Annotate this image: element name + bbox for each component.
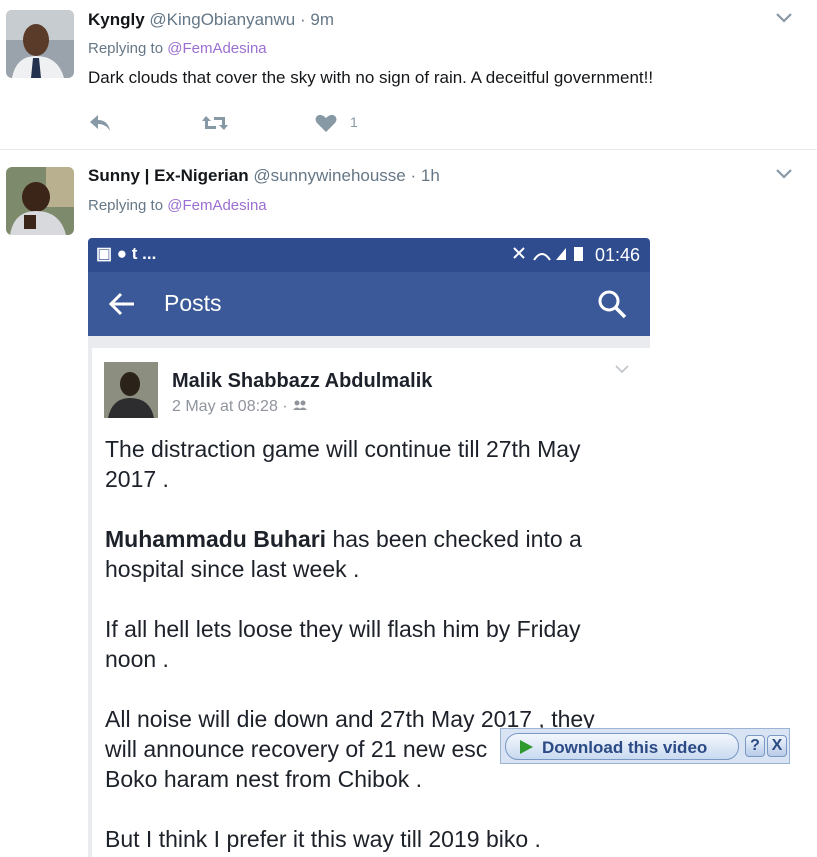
like-count: 1 [350,114,358,130]
status-notifications: ▣ ● t ... [96,244,157,263]
tweet-header: Sunny | Ex-Nigerian @sunnywinehousse · 1… [88,166,440,186]
post-avatar [104,362,158,418]
chevron-down-icon[interactable] [775,168,793,180]
replying-to-link[interactable]: @FemAdesina [167,197,266,214]
back-arrow-icon[interactable] [108,290,138,318]
display-name[interactable]: Kyngly [88,10,145,29]
timestamp[interactable]: 9m [310,10,334,29]
download-video-toolbar: Download this video ? X [500,728,790,764]
download-video-button[interactable]: Download this video [505,733,739,760]
facebook-post: Malik Shabbazz Abdulmalik 2 May at 08:28… [92,348,650,857]
heart-icon [315,114,337,132]
play-icon [520,740,533,754]
avatar[interactable] [6,10,74,78]
tweet[interactable]: Kyngly @KingObianyanwu · 9m Replying to … [0,0,817,150]
tweet-header: Kyngly @KingObianyanwu · 9m [88,10,334,30]
post-date: 2 May at 08:28 · [172,398,288,415]
download-label: Download this video [542,738,708,757]
post-meta: 2 May at 08:28 · [172,398,308,416]
tweet-text: Dark clouds that cover the sky with no s… [88,68,654,87]
replying-to-link[interactable]: @FemAdesina [167,40,266,57]
replying-to: Replying to @FemAdesina [88,40,267,57]
phone-status-bar: ▣ ● t ... 01:46 [88,238,650,272]
signal-battery-icon [513,247,583,261]
post-author: Malik Shabbazz Abdulmalik [172,370,433,392]
chevron-down-icon[interactable] [775,12,793,24]
like-button[interactable]: 1 [314,112,364,134]
handle[interactable]: @sunnywinehousse [253,166,405,185]
replying-to: Replying to @FemAdesina [88,197,267,214]
retweet-icon[interactable] [200,112,230,134]
help-button[interactable]: ? [745,735,765,757]
avatar[interactable] [6,167,74,235]
separator: · [299,10,306,29]
appbar-title: Posts [164,290,222,316]
timestamp[interactable]: 1h [421,166,440,185]
separator: · [410,166,417,185]
status-right: 01:46 [512,244,640,266]
post-paragraph: But I think I prefer it this way till 20… [105,826,541,852]
close-button[interactable]: X [767,735,787,757]
app-bar: Posts [88,272,650,336]
mention-bold: Muhammadu Buhari [105,526,327,552]
post-body: The distraction game will continue till … [105,434,625,857]
replying-prefix: Replying to [88,197,164,214]
chevron-down-icon [615,365,629,374]
post-paragraph: If all hell lets loose they will flash h… [105,616,581,672]
friends-icon [293,400,308,410]
display-name[interactable]: Sunny | Ex-Nigerian [88,166,249,185]
search-icon[interactable] [596,288,628,320]
post-paragraph: Muhammadu Buhari has been checked into a… [105,526,582,582]
handle[interactable]: @KingObianyanwu [149,10,295,29]
replying-prefix: Replying to [88,40,164,57]
reply-icon[interactable] [88,112,112,134]
post-paragraph: The distraction game will continue till … [105,436,581,492]
attached-screenshot[interactable]: ▣ ● t ... 01:46 Posts Malik Shabbazz Abd… [88,238,650,857]
status-time: 01:46 [594,245,640,265]
